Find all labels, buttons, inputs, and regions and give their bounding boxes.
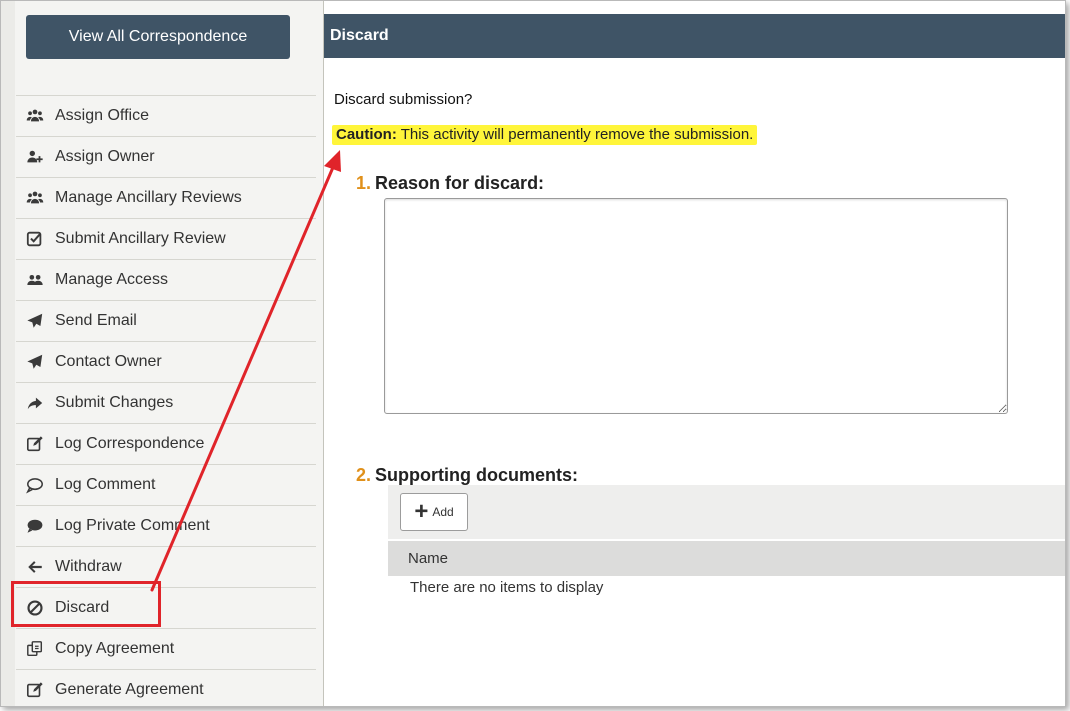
- section-number: 1.: [356, 173, 372, 193]
- paper-plane-icon: [26, 312, 44, 330]
- dialog-title: Discard: [324, 14, 1065, 58]
- view-all-correspondence-button[interactable]: View All Correspondence: [26, 15, 290, 59]
- activity-send-email[interactable]: Send Email: [16, 300, 316, 341]
- activity-assign-owner[interactable]: Assign Owner: [16, 136, 316, 177]
- documents-column-header-name[interactable]: Name: [388, 541, 1065, 576]
- comment-outline-icon: [26, 476, 44, 494]
- section-reason-title: 1. Reason for discard:: [356, 173, 544, 194]
- activity-label: Copy Agreement: [55, 640, 175, 657]
- sidebar-edge: [1, 1, 15, 706]
- paper-plane-icon: [26, 353, 44, 371]
- section-title-text: Supporting documents:: [375, 465, 578, 485]
- activity-label: Manage Access: [55, 271, 168, 288]
- window-frame: View All Correspondence Assign Office Ass…: [0, 0, 1066, 707]
- comment-filled-icon: [26, 517, 44, 535]
- activity-log-comment[interactable]: Log Comment: [16, 464, 316, 505]
- add-document-button[interactable]: + Add: [400, 493, 468, 531]
- activity-assign-office[interactable]: Assign Office: [16, 95, 316, 136]
- activity-withdraw[interactable]: Withdraw: [16, 546, 316, 587]
- activity-manage-access[interactable]: Manage Access: [16, 259, 316, 300]
- section-documents-title: 2. Supporting documents:: [356, 465, 578, 486]
- group-icon: [26, 107, 44, 125]
- arrow-left-icon: [26, 558, 44, 576]
- documents-toolbar: + Add: [388, 485, 1065, 539]
- activity-label: Generate Agreement: [55, 681, 204, 698]
- edit-icon: [26, 435, 44, 453]
- activity-manage-ancillary-reviews[interactable]: Manage Ancillary Reviews: [16, 177, 316, 218]
- caution-message: Caution: This activity will permanently …: [332, 125, 758, 145]
- activity-copy-agreement[interactable]: Copy Agreement: [16, 628, 316, 669]
- activity-label: Discard: [55, 599, 110, 616]
- activity-list: Assign Office Assign Owner Manage Ancillar…: [16, 95, 316, 706]
- copy-icon: [26, 640, 44, 658]
- activity-label: Log Comment: [55, 476, 156, 493]
- user-plus-icon: [26, 148, 44, 166]
- activity-generate-agreement[interactable]: Generate Agreement: [16, 669, 316, 706]
- ban-icon: [26, 599, 44, 617]
- share-arrow-icon: [26, 394, 44, 412]
- activity-contact-owner[interactable]: Contact Owner: [16, 341, 316, 382]
- activity-discard[interactable]: Discard: [16, 587, 316, 628]
- check-square-icon: [26, 230, 44, 248]
- activity-label: Assign Owner: [55, 148, 155, 165]
- plus-icon: +: [414, 498, 429, 525]
- activity-log-private-comment[interactable]: Log Private Comment: [16, 505, 316, 546]
- activity-submit-ancillary-review[interactable]: Submit Ancillary Review: [16, 218, 316, 259]
- activity-label: Send Email: [55, 312, 137, 329]
- section-title-text: Reason for discard:: [375, 173, 545, 193]
- activities-sidebar: View All Correspondence Assign Office Ass…: [1, 1, 324, 706]
- section-number: 2.: [356, 465, 372, 485]
- activity-label: Submit Ancillary Review: [55, 230, 226, 247]
- edit-icon: [26, 681, 44, 699]
- activity-log-correspondence[interactable]: Log Correspondence: [16, 423, 316, 464]
- caution-label: Caution:: [336, 126, 397, 143]
- activity-label: Withdraw: [55, 558, 122, 575]
- caution-text: This activity will permanently remove th…: [396, 126, 754, 143]
- activity-label: Contact Owner: [55, 353, 162, 370]
- activity-label: Log Private Comment: [55, 517, 210, 534]
- documents-empty-text: There are no items to display: [410, 579, 604, 596]
- confirm-text: Discard submission?: [334, 91, 473, 108]
- users-icon: [26, 271, 44, 289]
- activity-submit-changes[interactable]: Submit Changes: [16, 382, 316, 423]
- activity-label: Log Correspondence: [55, 435, 205, 452]
- add-label: Add: [432, 505, 454, 519]
- group-icon: [26, 189, 44, 207]
- activity-label: Assign Office: [55, 107, 149, 124]
- activity-label: Submit Changes: [55, 394, 174, 411]
- activity-label: Manage Ancillary Reviews: [55, 189, 242, 206]
- discard-dialog: Discard Discard submission? Caution: Thi…: [324, 1, 1065, 706]
- reason-textarea[interactable]: [384, 198, 1008, 414]
